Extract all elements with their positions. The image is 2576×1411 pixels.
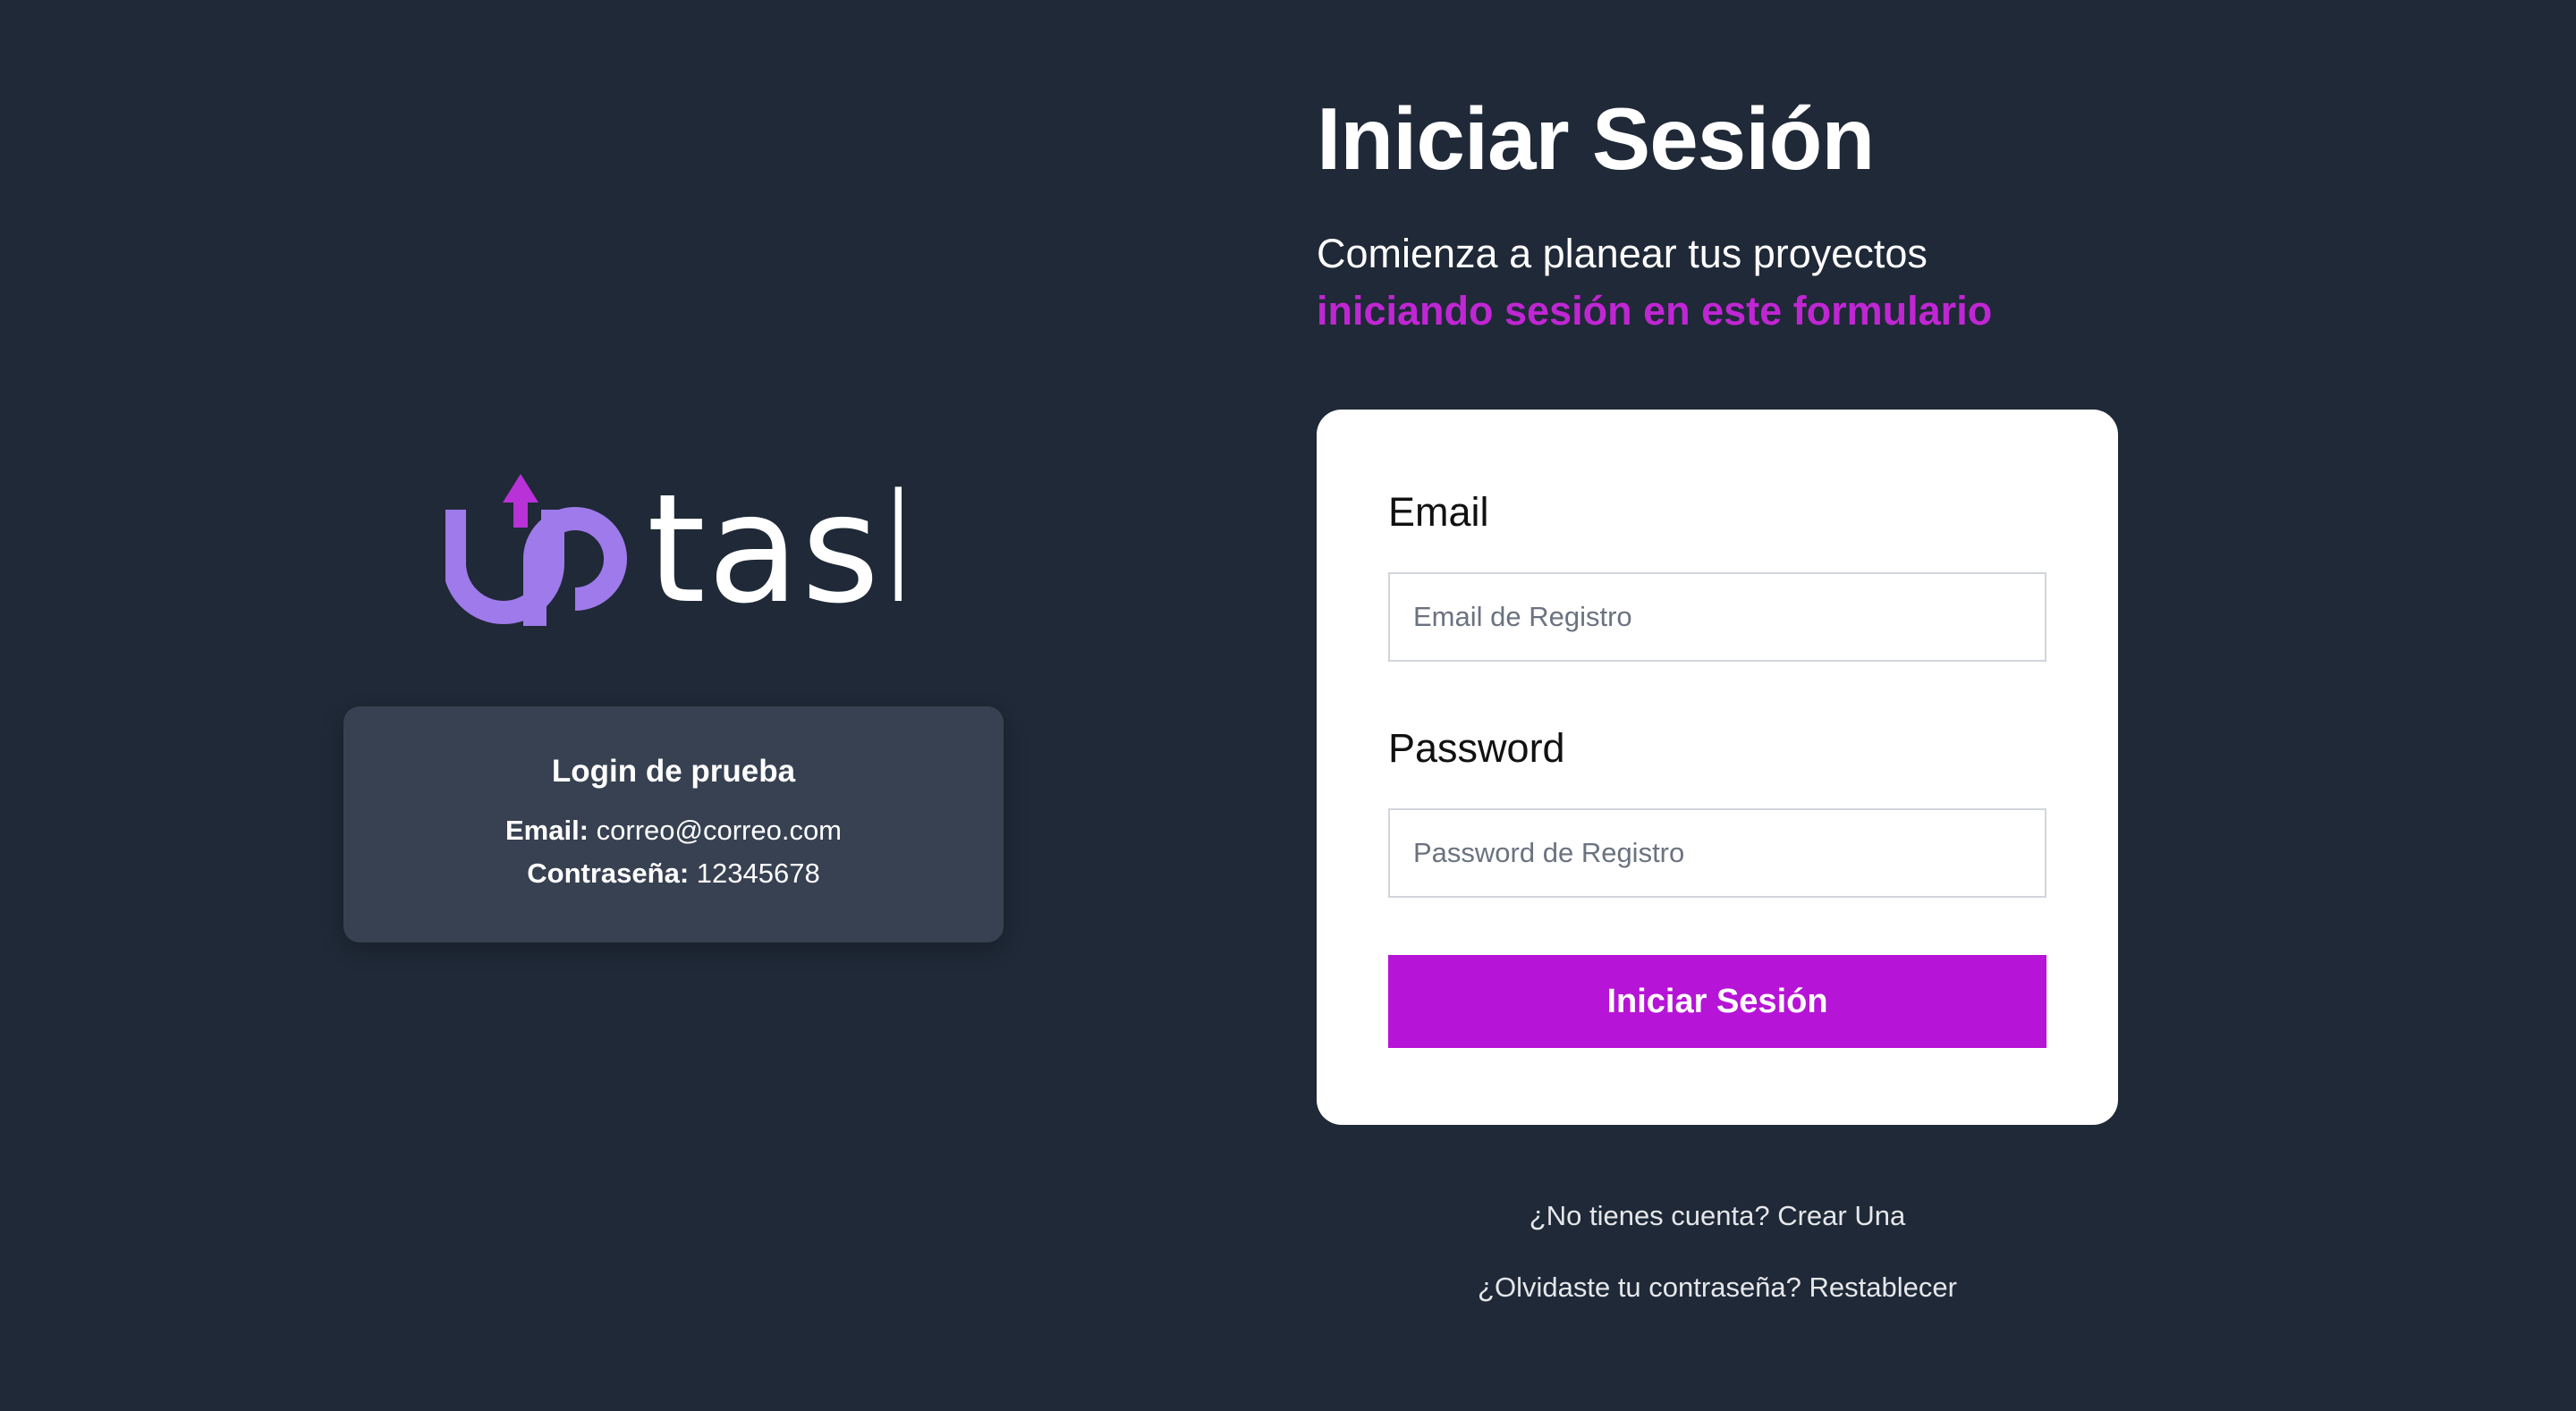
page-subtitle: Comienza a planear tus proyectos inician… <box>1317 225 2118 340</box>
demo-password-label: Contraseña: <box>527 858 690 889</box>
branding-panel: task Login de prueba Email: correo@corre… <box>343 474 1004 942</box>
login-form: Email Password Iniciar Sesión <box>1317 410 2118 1125</box>
demo-credentials-card: Login de prueba Email: correo@correo.com… <box>343 706 1004 942</box>
login-panel: Iniciar Sesión Comienza a planear tus pr… <box>1317 86 2118 1305</box>
password-input[interactable] <box>1388 808 2046 898</box>
register-link[interactable]: ¿No tienes cuenta? Crear Una <box>1530 1198 1905 1234</box>
forgot-password-link[interactable]: ¿Olvidaste tu contraseña? Restablecer <box>1478 1270 1957 1305</box>
login-button[interactable]: Iniciar Sesión <box>1388 955 2046 1048</box>
page-title: Iniciar Sesión <box>1317 89 1875 188</box>
demo-email-value: correo@correo.com <box>596 815 843 846</box>
demo-password-value: 12345678 <box>696 858 820 889</box>
password-field-group: Password <box>1388 724 2046 898</box>
email-label: Email <box>1388 489 1489 535</box>
logo-text: task <box>647 474 902 637</box>
demo-password-line: Contraseña: 12345678 <box>527 852 819 895</box>
email-input[interactable] <box>1388 572 2046 662</box>
login-page: task Login de prueba Email: correo@corre… <box>0 0 2576 1411</box>
demo-title: Login de prueba <box>551 754 796 789</box>
subtitle-accent: iniciando sesión en este formulario <box>1317 288 1993 334</box>
demo-email-label: Email: <box>504 815 589 846</box>
subtitle-text: Comienza a planear tus proyectos <box>1317 231 1928 276</box>
password-label: Password <box>1388 725 1565 771</box>
email-field-group: Email <box>1388 488 2046 662</box>
auth-links: ¿No tienes cuenta? Crear Una ¿Olvidaste … <box>1317 1198 2118 1305</box>
demo-email-line: Email: correo@correo.com <box>505 809 842 852</box>
uptask-logo: task <box>445 474 902 637</box>
